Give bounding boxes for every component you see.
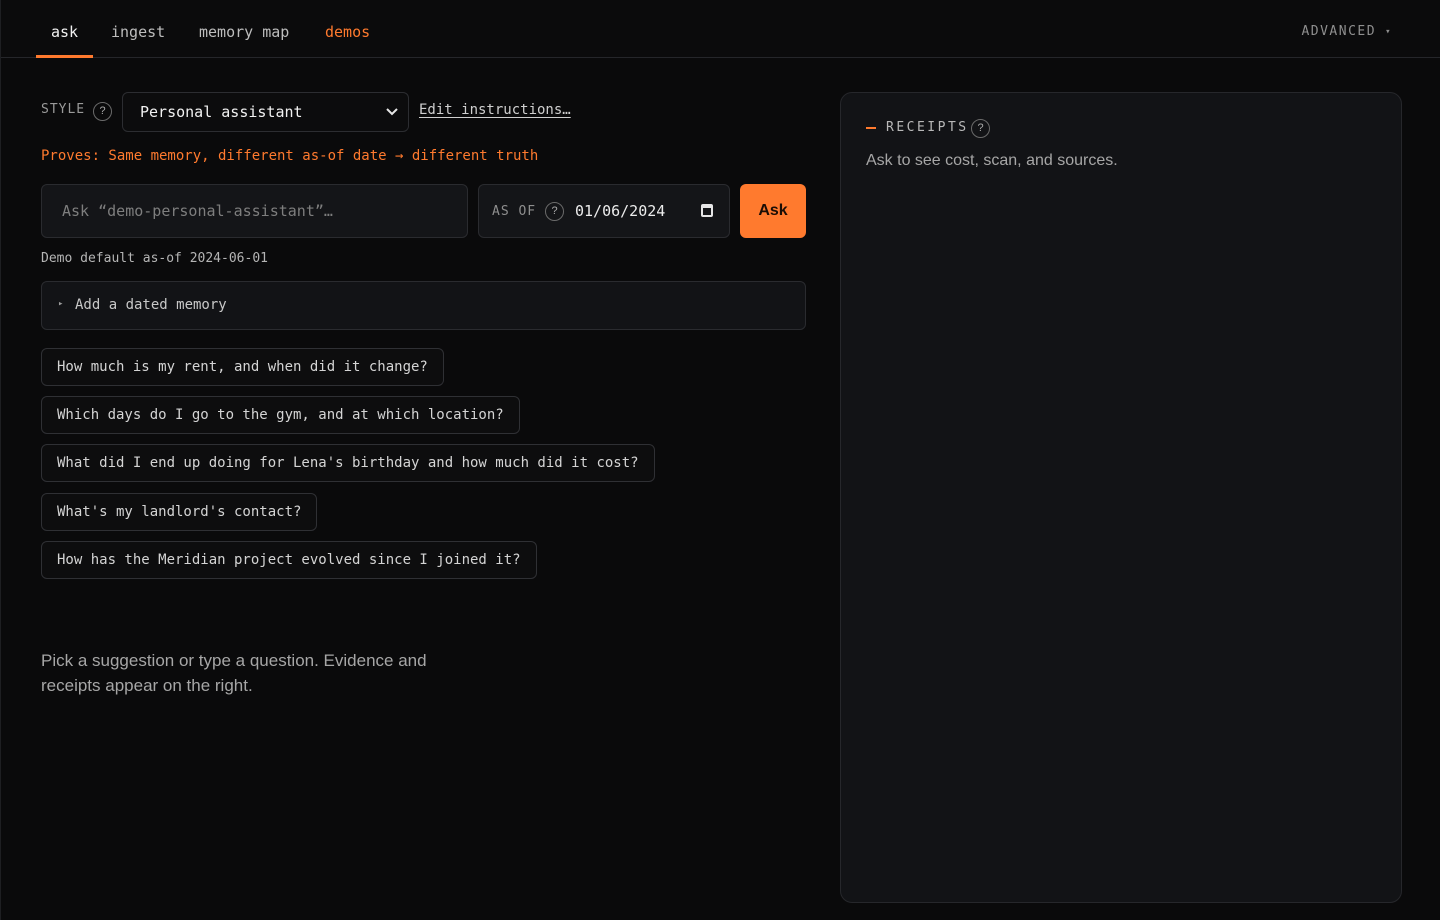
ask-button[interactable]: Ask [740, 184, 806, 238]
advanced-menu-button[interactable]: ADVANCED ▾ [1301, 0, 1392, 57]
as-of-help-icon[interactable]: ? [545, 202, 564, 221]
tab-demos[interactable]: demos [325, 0, 370, 57]
chevron-down-icon [386, 93, 398, 146]
top-nav: ask ingest memory map demos ADVANCED ▾ [1, 0, 1440, 58]
add-dated-memory-toggle[interactable]: ▸ Add a dated memory [41, 281, 806, 330]
suggestion-chip[interactable]: How has the Meridian project evolved sin… [41, 541, 537, 579]
proves-text: Proves: Same memory, different as-of dat… [41, 148, 539, 164]
tab-ingest[interactable]: ingest [111, 0, 165, 57]
suggestion-chip[interactable]: What's my landlord's contact? [41, 493, 318, 531]
add-dated-memory-label: Add a dated memory [75, 297, 227, 313]
advanced-label: ADVANCED [1301, 24, 1377, 39]
suggestion-chip[interactable]: What did I end up doing for Lena's birth… [41, 444, 655, 482]
style-select-value: Personal assistant [140, 103, 303, 121]
calendar-icon[interactable] [701, 204, 713, 217]
receipts-empty-message: Ask to see cost, scan, and sources. [866, 152, 1118, 169]
receipts-panel: RECEIPTS ? Ask to see cost, scan, and so… [840, 92, 1402, 903]
demo-default-note: Demo default as-of 2024-06-01 [41, 251, 268, 266]
receipts-accent-dash [866, 127, 876, 129]
style-select[interactable]: Personal assistant [122, 92, 409, 132]
as-of-label: AS OF [492, 204, 537, 219]
app-frame: ask ingest memory map demos ADVANCED ▾ ST… [0, 0, 1440, 920]
disclosure-triangle-icon: ▸ [58, 299, 64, 309]
ask-input[interactable] [41, 184, 468, 238]
suggestion-chip[interactable]: How much is my rent, and when did it cha… [41, 348, 444, 386]
suggestion-chip[interactable]: Which days do I go to the gym, and at wh… [41, 396, 520, 434]
style-label: STYLE [41, 102, 86, 117]
tab-ask[interactable]: ask [35, 0, 94, 58]
as-of-field[interactable]: AS OF ? 01/06/2024 [478, 184, 730, 238]
edit-instructions-link[interactable]: Edit instructions… [419, 102, 571, 118]
as-of-date-value[interactable]: 01/06/2024 [575, 202, 665, 220]
tab-memory-map[interactable]: memory map [199, 0, 289, 57]
receipts-title: RECEIPTS [886, 120, 969, 135]
empty-state-hint: Pick a suggestion or type a question. Ev… [41, 651, 427, 695]
caret-down-icon: ▾ [1385, 27, 1392, 37]
style-help-icon[interactable]: ? [93, 102, 112, 121]
receipts-help-icon[interactable]: ? [971, 119, 990, 138]
